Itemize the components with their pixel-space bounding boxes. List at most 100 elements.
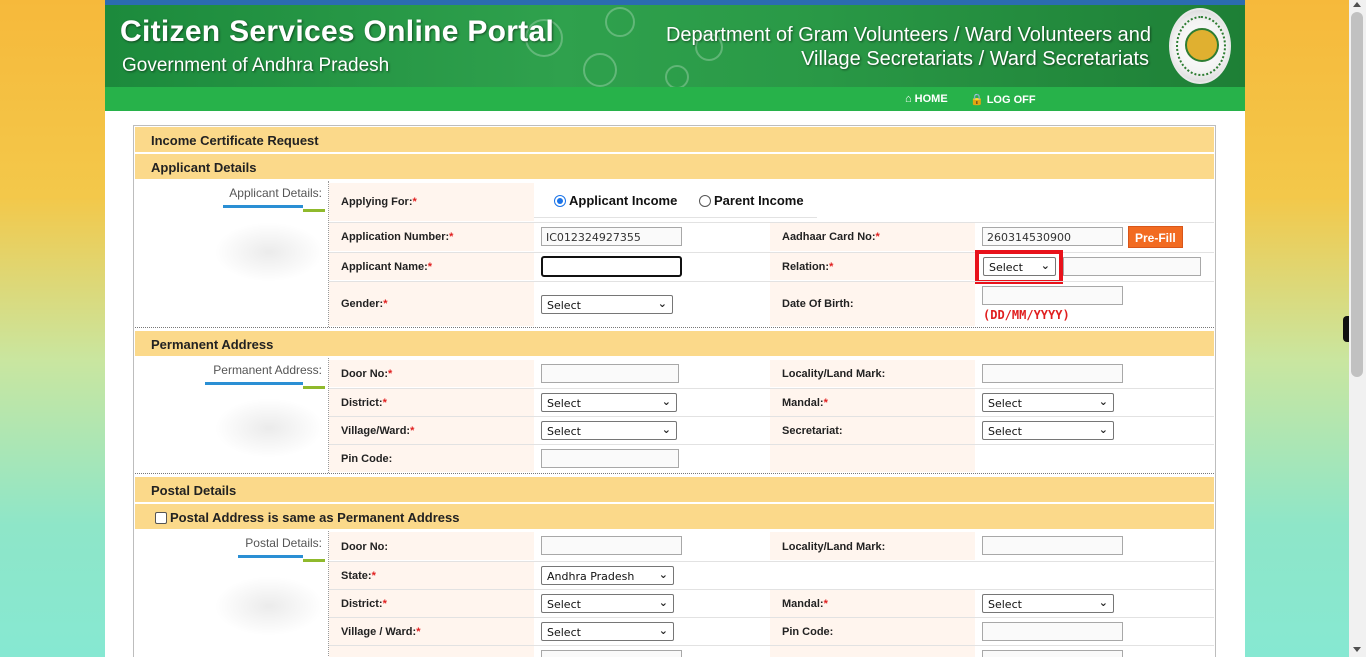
relation-label: Relation:* xyxy=(770,253,975,280)
section-divider xyxy=(135,473,1214,474)
perm-district-select[interactable]: Select xyxy=(541,393,677,412)
postal-mandal-select[interactable]: Select xyxy=(982,594,1114,613)
chevron-down-icon xyxy=(1099,423,1108,436)
application-number-label: Application Number:* xyxy=(329,223,534,251)
permanent-address-heading: Permanent Address xyxy=(135,331,1214,356)
page-container: Citizen Services Online Portal Governmen… xyxy=(105,0,1245,657)
decor-bubble xyxy=(665,65,689,87)
perm-secretariat-select[interactable]: Select xyxy=(982,421,1114,440)
postal-locality-label: Locality/Land Mark: xyxy=(770,532,975,560)
perm-village-label: Village/Ward:* xyxy=(329,417,534,444)
scroll-up-arrow-icon[interactable] xyxy=(1353,2,1361,7)
form-title: Income Certificate Request xyxy=(135,127,1214,152)
perm-district-label: District:* xyxy=(329,389,534,416)
cut-off-field[interactable] xyxy=(541,650,682,657)
perm-pin-field[interactable] xyxy=(541,449,679,468)
relation-name-field[interactable] xyxy=(1063,257,1201,276)
department-line-1: Department of Gram Volunteers / Ward Vol… xyxy=(665,24,1151,46)
chevron-down-icon xyxy=(659,624,668,637)
chevron-down-icon xyxy=(1099,596,1108,609)
postal-details-heading: Postal Details xyxy=(135,477,1214,502)
perm-mandal-label: Mandal:* xyxy=(770,389,975,416)
postal-village-select[interactable]: Select xyxy=(541,622,674,641)
side-underline xyxy=(303,209,325,212)
side-underline xyxy=(303,386,325,389)
side-underline xyxy=(238,555,303,558)
chevron-down-icon xyxy=(1041,259,1050,272)
perm-pin-label: Pin Code: xyxy=(329,445,534,472)
postal-pin-field[interactable] xyxy=(982,622,1123,641)
postal-pin-label: Pin Code: xyxy=(770,618,975,645)
radio-applicant-income[interactable]: Applicant Income xyxy=(554,193,677,208)
dob-field[interactable] xyxy=(982,286,1123,305)
postal-district-select[interactable]: Select xyxy=(541,594,674,613)
cut-off-label-cell xyxy=(770,646,975,657)
cut-off-label-cell xyxy=(329,646,534,657)
radio-selected-indicator[interactable] xyxy=(554,195,566,207)
page-scrollbar[interactable] xyxy=(1349,0,1366,657)
applicant-side-label: Applicant Details: xyxy=(229,186,322,200)
dob-format-hint: (DD/MM/YYYY) xyxy=(983,308,1070,322)
postal-locality-field[interactable] xyxy=(982,536,1123,555)
gender-select[interactable]: Select xyxy=(541,295,673,314)
same-address-checkbox[interactable] xyxy=(155,512,167,524)
postal-mandal-label: Mandal:* xyxy=(770,590,975,617)
application-number-field[interactable]: IC012324927355 xyxy=(541,227,682,246)
decor-shadow xyxy=(214,222,324,282)
nav-home-link[interactable]: ⌂ HOME xyxy=(905,93,948,105)
postal-district-label: District:* xyxy=(329,590,534,617)
income-certificate-form: Income Certificate Request Applicant Det… xyxy=(133,125,1216,657)
top-navbar: ⌂ HOME 🔒 LOG OFF xyxy=(105,87,1245,111)
prefill-button[interactable]: Pre-Fill xyxy=(1128,226,1183,248)
radio-parent-income[interactable]: Parent Income xyxy=(699,193,804,208)
chevron-down-icon xyxy=(658,297,667,310)
radio-underline xyxy=(534,217,817,218)
state-emblem-logo xyxy=(1169,8,1231,84)
same-address-label[interactable]: Postal Address is same as Permanent Addr… xyxy=(170,510,460,525)
empty-label-cell xyxy=(770,445,975,472)
perm-mandal-select[interactable]: Select xyxy=(982,393,1114,412)
gender-label: Gender:* xyxy=(329,282,534,326)
chevron-down-icon xyxy=(659,596,668,609)
nav-logoff-label: LOG OFF xyxy=(986,94,1036,106)
radio-indicator[interactable] xyxy=(699,195,711,207)
chevron-down-icon xyxy=(662,395,671,408)
permanent-side-label: Permanent Address: xyxy=(213,363,322,377)
perm-village-select[interactable]: Select xyxy=(541,421,677,440)
postal-side-label: Postal Details: xyxy=(245,536,322,550)
postal-door-no-label: Door No: xyxy=(329,532,534,560)
department-line-2: Village Secretariats / Ward Secretariats xyxy=(801,48,1149,70)
nav-logoff-link[interactable]: 🔒 LOG OFF xyxy=(970,93,1036,106)
cut-off-field[interactable] xyxy=(982,650,1123,657)
perm-locality-label: Locality/Land Mark: xyxy=(770,360,975,387)
nav-home-label: HOME xyxy=(914,93,948,105)
side-underline xyxy=(303,559,325,562)
aadhaar-label: Aadhaar Card No:* xyxy=(770,223,975,251)
applicant-name-label: Applicant Name:* xyxy=(329,253,534,280)
scroll-down-arrow-icon[interactable] xyxy=(1353,647,1361,652)
postal-village-label: Village / Ward:* xyxy=(329,618,534,645)
lock-icon: 🔒 xyxy=(970,94,984,106)
side-underline xyxy=(223,205,303,208)
decor-bubble xyxy=(583,53,617,87)
portal-subtitle: Government of Andhra Pradesh xyxy=(122,55,390,76)
decor-shadow xyxy=(214,398,324,458)
postal-state-label: State:* xyxy=(329,562,534,589)
postal-state-select[interactable]: Andhra Pradesh xyxy=(541,566,674,585)
same-address-row: Postal Address is same as Permanent Addr… xyxy=(135,504,1214,529)
chevron-down-icon xyxy=(659,568,668,581)
scrollbar-thumb[interactable] xyxy=(1351,12,1363,377)
aadhaar-field[interactable]: 260314530900 xyxy=(982,227,1123,246)
decor-bubble xyxy=(605,7,635,37)
perm-secretariat-label: Secretariat: xyxy=(770,417,975,444)
portal-banner: Citizen Services Online Portal Governmen… xyxy=(105,5,1245,87)
postal-door-no-field[interactable] xyxy=(541,536,682,555)
home-icon: ⌂ xyxy=(905,93,912,105)
relation-select[interactable]: Select xyxy=(983,257,1056,276)
perm-door-no-field[interactable] xyxy=(541,364,679,383)
dob-label: Date Of Birth: xyxy=(770,282,975,326)
perm-locality-field[interactable] xyxy=(982,364,1123,383)
emblem-center xyxy=(1185,28,1219,62)
chevron-down-icon xyxy=(662,423,671,436)
applicant-name-field[interactable] xyxy=(541,256,682,277)
